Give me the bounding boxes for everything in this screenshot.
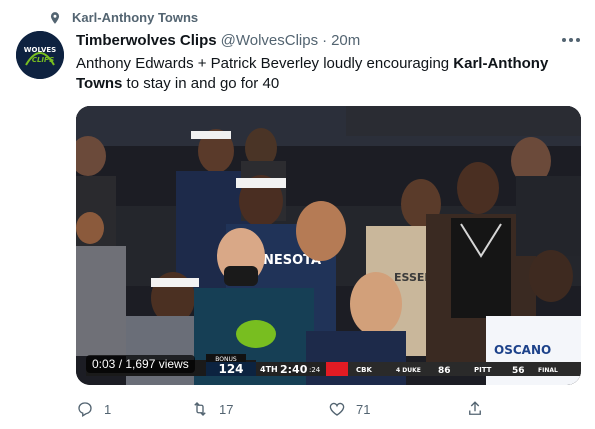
- home-score: 124: [218, 362, 243, 376]
- separator-dot: ·: [322, 32, 328, 49]
- tweet-text-part2: to stay in and go for 40: [122, 75, 280, 92]
- ticker-1-team: CBK: [356, 366, 372, 374]
- topic-pin-icon: [50, 11, 60, 24]
- video-player[interactable]: NESOTA ESSEN OSCANO BONUS 124 4TH 2:40:…: [76, 106, 581, 385]
- shot-clock: :24: [309, 366, 321, 374]
- video-timer-views: 0:03 / 1,697 views: [86, 355, 195, 373]
- author-name[interactable]: Timberwolves Clips: [76, 32, 217, 49]
- ticker-status: FINAL: [538, 367, 558, 374]
- author-avatar[interactable]: WOLVES CLIPS: [16, 31, 64, 79]
- reply-icon: [78, 402, 92, 417]
- heart-icon: [329, 402, 345, 416]
- tweet-time[interactable]: 20m: [331, 32, 360, 49]
- like-button[interactable]: 71: [328, 400, 466, 418]
- author-handle[interactable]: @WolvesClips: [221, 32, 318, 49]
- share-icon: [469, 401, 481, 415]
- reply-count: 1: [104, 401, 112, 417]
- svg-text:CLIPS: CLIPS: [32, 56, 54, 64]
- ticker-2-score: 56: [512, 366, 525, 376]
- like-count: 71: [356, 401, 371, 417]
- retweet-count: 17: [219, 401, 234, 417]
- more-options-button[interactable]: [559, 30, 583, 50]
- tweet-text-part1: Anthony Edwards + Patrick Beverley loudl…: [76, 55, 454, 72]
- tweet-header: Timberwolves Clips @WolvesClips · 20m: [76, 32, 581, 49]
- tweet-text: Anthony Edwards + Patrick Beverley loudl…: [76, 54, 576, 94]
- retweet-button[interactable]: 17: [191, 400, 328, 418]
- wolves-clips-logo: WOLVES CLIPS: [16, 31, 64, 79]
- jersey2-text: OSCANO: [494, 343, 551, 357]
- ticker-1-score: 86: [438, 366, 451, 376]
- reply-button[interactable]: 1: [76, 400, 191, 418]
- ticker-2-team: PITT: [474, 366, 492, 374]
- share-button[interactable]: [466, 400, 484, 418]
- period: 4TH: [260, 365, 278, 374]
- more-icon: [562, 38, 580, 42]
- ticker-1-match: 4 DUKE: [396, 367, 421, 374]
- social-context-label[interactable]: Karl-Anthony Towns: [72, 10, 198, 25]
- retweet-icon: [194, 402, 206, 416]
- svg-text:WOLVES: WOLVES: [24, 46, 56, 54]
- tweet-actions: 1 17 71: [76, 400, 496, 418]
- video-frame: NESOTA ESSEN OSCANO BONUS 124 4TH 2:40:…: [76, 106, 581, 385]
- social-context[interactable]: Karl-Anthony Towns: [48, 10, 198, 25]
- game-clock: 2:40: [280, 363, 308, 376]
